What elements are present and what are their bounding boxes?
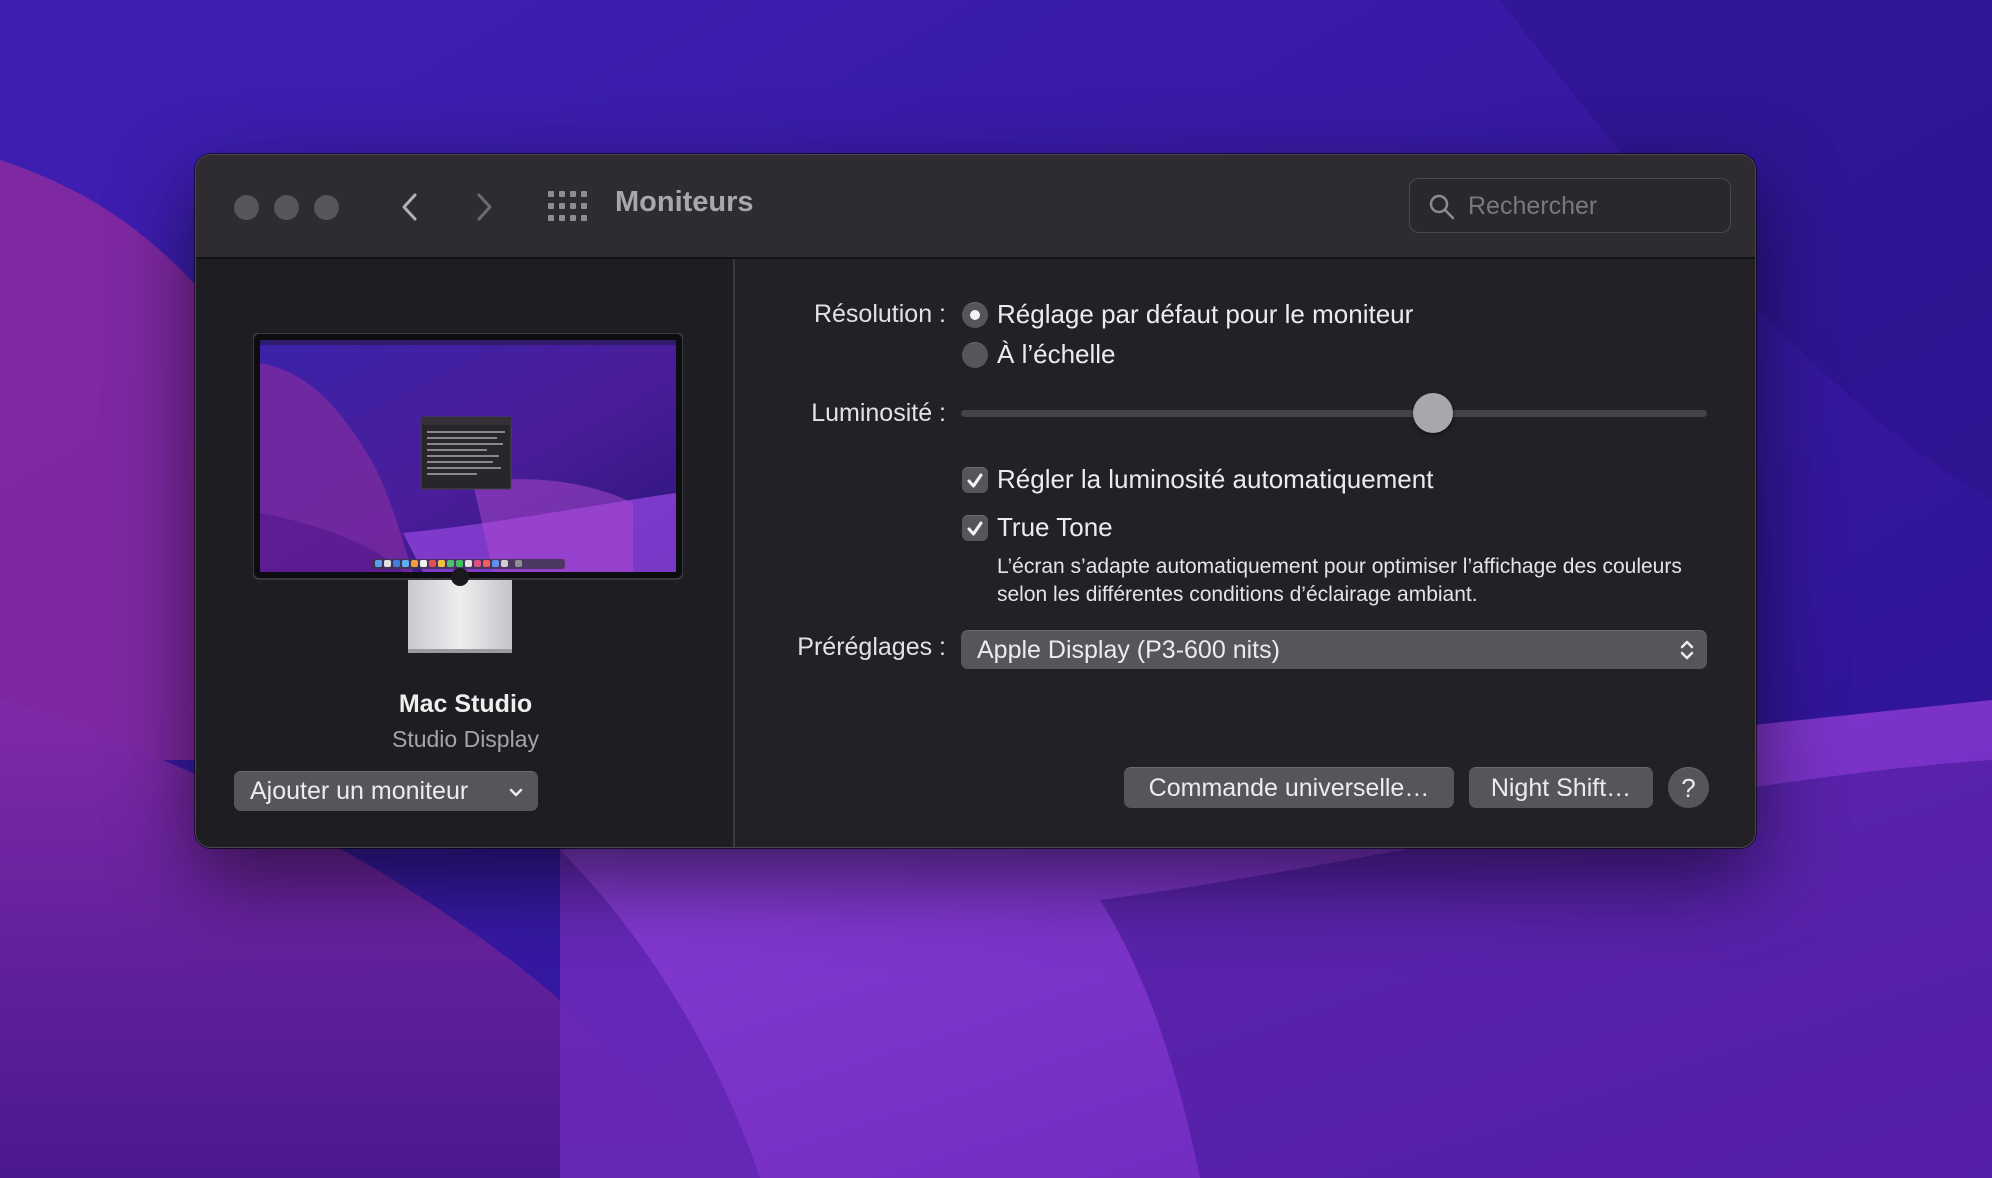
auto-brightness-checkbox[interactable] (962, 467, 988, 493)
presets-label: Préréglages : (797, 633, 946, 661)
forward-button[interactable] (462, 185, 506, 229)
back-button[interactable] (388, 185, 432, 229)
show-all-grid-icon[interactable] (546, 189, 587, 225)
brightness-slider[interactable] (961, 410, 1707, 417)
resolution-scaled-radio[interactable] (962, 342, 988, 368)
close-window-button[interactable] (234, 195, 259, 220)
resolution-label: Résolution : (813, 300, 946, 328)
presets-value: Apple Display (P3-600 nits) (977, 635, 1280, 664)
checkmark-icon (967, 473, 983, 487)
title-bar: Moniteurs (196, 155, 1755, 259)
device-name: Mac Studio (398, 690, 533, 718)
true-tone-description: L’écran s’adapte automatiquement pour op… (997, 555, 1682, 606)
brightness-slider-knob[interactable] (1412, 393, 1453, 433)
studio-display-thumbnail[interactable] (253, 333, 683, 663)
true-tone-checkbox[interactable] (962, 515, 988, 541)
window-title: Moniteurs (615, 186, 754, 218)
displays-preferences-window: Moniteurs Rechercher Mac Studio Studio D… (195, 154, 1756, 848)
brightness-label: Luminosité : (811, 399, 946, 427)
night-shift-button[interactable]: Night Shift… (1469, 767, 1653, 808)
chevron-right-icon (477, 193, 492, 221)
add-monitor-label: Ajouter un moniteur (250, 777, 469, 805)
minimize-window-button[interactable] (274, 195, 299, 220)
search-field[interactable] (1409, 178, 1731, 233)
chevron-left-icon (402, 193, 417, 221)
auto-brightness-label[interactable]: Régler la luminosité automatiquement (997, 464, 1433, 495)
chevron-updown-icon (1680, 640, 1694, 660)
search-icon (1429, 194, 1455, 220)
checkmark-icon (967, 521, 983, 535)
universal-control-button[interactable]: Commande universelle… (1124, 767, 1454, 808)
chevron-down-icon (509, 788, 523, 797)
resolution-default-label[interactable]: Réglage par défaut pour le moniteur (997, 299, 1413, 330)
add-monitor-button[interactable]: Ajouter un moniteur (234, 771, 538, 811)
display-sidebar: Mac Studio Studio Display Ajouter un mon… (196, 259, 735, 847)
search-input[interactable] (1468, 189, 1718, 223)
presets-popup[interactable]: Apple Display (P3-600 nits) (961, 630, 1707, 669)
true-tone-label[interactable]: True Tone (997, 512, 1113, 543)
device-model: Studio Display (391, 726, 540, 752)
zoom-window-button[interactable] (314, 195, 339, 220)
help-button[interactable]: ? (1668, 767, 1709, 808)
resolution-default-radio[interactable] (962, 302, 988, 328)
resolution-scaled-label[interactable]: À l’échelle (997, 339, 1116, 370)
